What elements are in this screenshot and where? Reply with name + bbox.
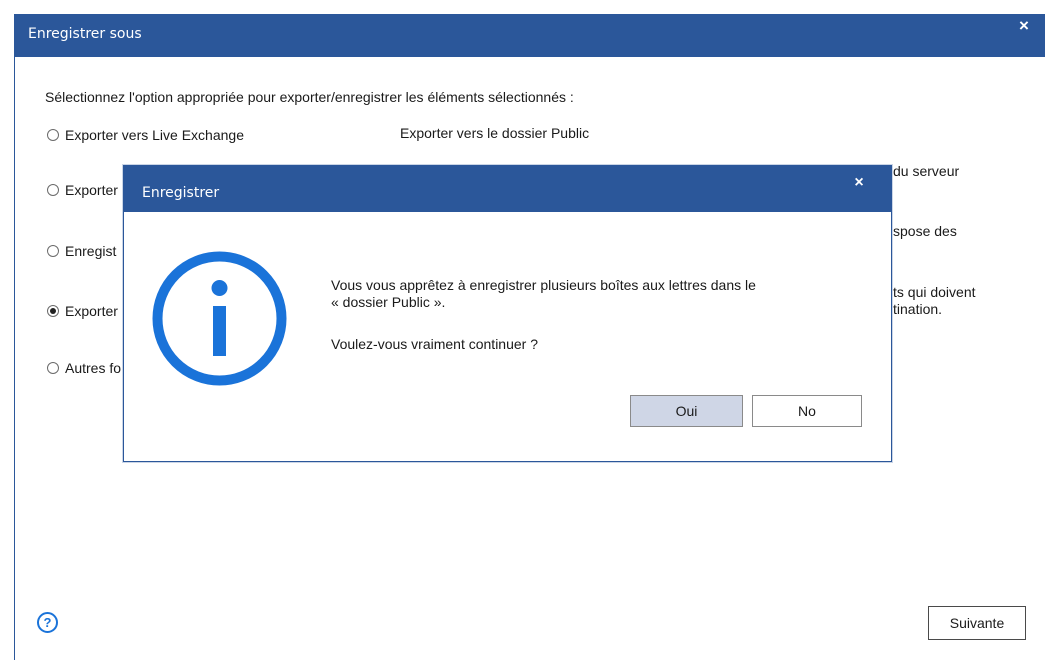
- no-button[interactable]: No: [752, 395, 862, 427]
- info-icon: [152, 251, 287, 386]
- window-close-icon[interactable]: ×: [1013, 14, 1035, 38]
- yes-button[interactable]: Oui: [630, 395, 743, 427]
- dialog-message-line1: Vous vous apprêtez à enregistrer plusieu…: [331, 277, 756, 293]
- dialog-question: Voulez-vous vraiment continuer ?: [331, 336, 538, 352]
- option-label: Exporter: [65, 303, 118, 319]
- radio-other-formats[interactable]: [47, 362, 59, 374]
- option-other-formats[interactable]: Autres fo: [47, 360, 121, 376]
- dialog-title: Enregistrer: [142, 185, 220, 201]
- public-folder-description: Exporter vers le dossier Public: [400, 125, 590, 141]
- option-label: Autres fo: [65, 360, 122, 376]
- option-label: Enregist: [65, 243, 117, 259]
- instruction-text: Sélectionnez l'option appropriée pour ex…: [45, 89, 574, 105]
- dialog-message: Vous vous apprêtez à enregistrer plusieu…: [331, 277, 756, 311]
- option-export-2[interactable]: Exporter: [47, 182, 118, 198]
- option-label: Exporter vers Live Exchange: [65, 127, 244, 143]
- confirm-dialog: Enregistrer × Vous vous apprêtez à enreg…: [123, 165, 892, 462]
- radio-live-exchange[interactable]: [47, 129, 59, 141]
- items-description-fragment: ts qui doivent tination.: [893, 284, 976, 318]
- next-button[interactable]: Suivante: [928, 606, 1026, 640]
- items-description-line1: ts qui doivent: [893, 284, 976, 300]
- option-live-exchange[interactable]: Exporter vers Live Exchange: [47, 127, 244, 143]
- window-title: Enregistrer sous: [28, 26, 142, 42]
- option-label: Exporter: [65, 182, 118, 198]
- radio-save[interactable]: [47, 245, 59, 257]
- radio-export-2[interactable]: [47, 184, 59, 196]
- dialog-close-icon[interactable]: ×: [849, 171, 869, 195]
- window-titlebar: Enregistrer sous ×: [14, 14, 1045, 57]
- dispose-description-fragment: spose des: [893, 223, 957, 239]
- server-description-fragment: du serveur: [893, 163, 960, 179]
- help-icon[interactable]: ?: [37, 612, 58, 633]
- dialog-titlebar: Enregistrer ×: [124, 166, 891, 212]
- option-export-4[interactable]: Exporter: [47, 303, 118, 319]
- option-save[interactable]: Enregist: [47, 243, 116, 259]
- dialog-message-line2: « dossier Public ».: [331, 294, 446, 310]
- items-description-line2: tination.: [893, 301, 943, 317]
- radio-export-4[interactable]: [47, 305, 59, 317]
